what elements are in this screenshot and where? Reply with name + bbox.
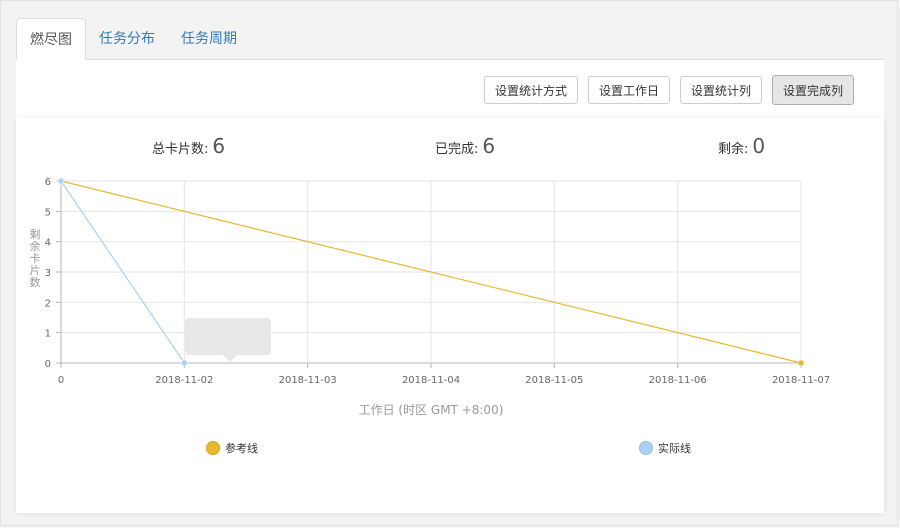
set-stat-column-button[interactable]: 设置统计列 (679, 76, 762, 104)
tab-task-distribution[interactable]: 任务分布 (86, 18, 168, 60)
chart-legend: 参考线 实际线 (206, 441, 691, 455)
chart-tooltip (185, 318, 271, 362)
x-tick-label: 2018-11-04 (402, 375, 460, 386)
legend-swatch[interactable] (206, 441, 220, 455)
y-tick-label: 3 (45, 268, 51, 279)
y-axis-label: 剩余卡片数 (30, 228, 41, 289)
set-workday-button[interactable]: 设置工作日 (587, 76, 670, 104)
legend-swatch[interactable] (639, 441, 653, 455)
x-tick-label: 2018-11-06 (649, 375, 707, 386)
data-point[interactable] (797, 359, 805, 367)
y-tick-label: 4 (45, 238, 51, 249)
chart-axes: 0 1 2 3 4 5 6 0 2018-11-02 2018-11-03 2018-11-04 20… (45, 177, 830, 386)
y-tick-label: 1 (45, 329, 51, 340)
y-tick-label: 6 (45, 177, 51, 188)
y-tick-label: 2 (45, 298, 51, 309)
x-tick-label: 2018-11-02 (155, 375, 213, 386)
x-tick-label: 2018-11-07 (772, 375, 830, 386)
chart-card: 总卡片数: 6 已完成: 6 剩余: 0 0 1 2 3 4 5 6 0 2018-11-02 2… (16, 118, 884, 513)
x-tick-label: 0 (58, 375, 64, 386)
tooltip-pointer (223, 355, 237, 362)
burndown-chart: 0 1 2 3 4 5 6 0 2018-11-02 2018-11-03 2018-11-04 20… (30, 177, 830, 455)
tab-burndown[interactable]: 燃尽图 (16, 18, 86, 60)
toolbar: 设置统计方式 设置工作日 设置统计列 设置完成列 (483, 75, 854, 105)
x-axis-label: 工作日 (时区 GMT +8:00) (359, 403, 504, 417)
legend-label[interactable]: 实际线 (658, 441, 691, 455)
y-tick-label: 5 (45, 207, 51, 218)
tooltip-box (185, 318, 271, 355)
set-done-column-button[interactable]: 设置完成列 (771, 75, 854, 105)
data-point[interactable] (57, 177, 65, 185)
set-stat-method-button[interactable]: 设置统计方式 (483, 76, 578, 104)
tab-bar: 燃尽图 任务分布 任务周期 (16, 18, 250, 60)
x-tick-label: 2018-11-05 (525, 375, 583, 386)
data-point[interactable] (181, 359, 188, 367)
tab-panel: 设置统计方式 设置工作日 设置统计列 设置完成列 总卡片数: 6 已完成: 6 … (16, 59, 884, 513)
tab-task-cycle[interactable]: 任务周期 (168, 18, 250, 60)
x-tick-label: 2018-11-03 (279, 375, 337, 386)
legend-label[interactable]: 参考线 (225, 441, 258, 455)
y-tick-label: 0 (45, 359, 51, 370)
